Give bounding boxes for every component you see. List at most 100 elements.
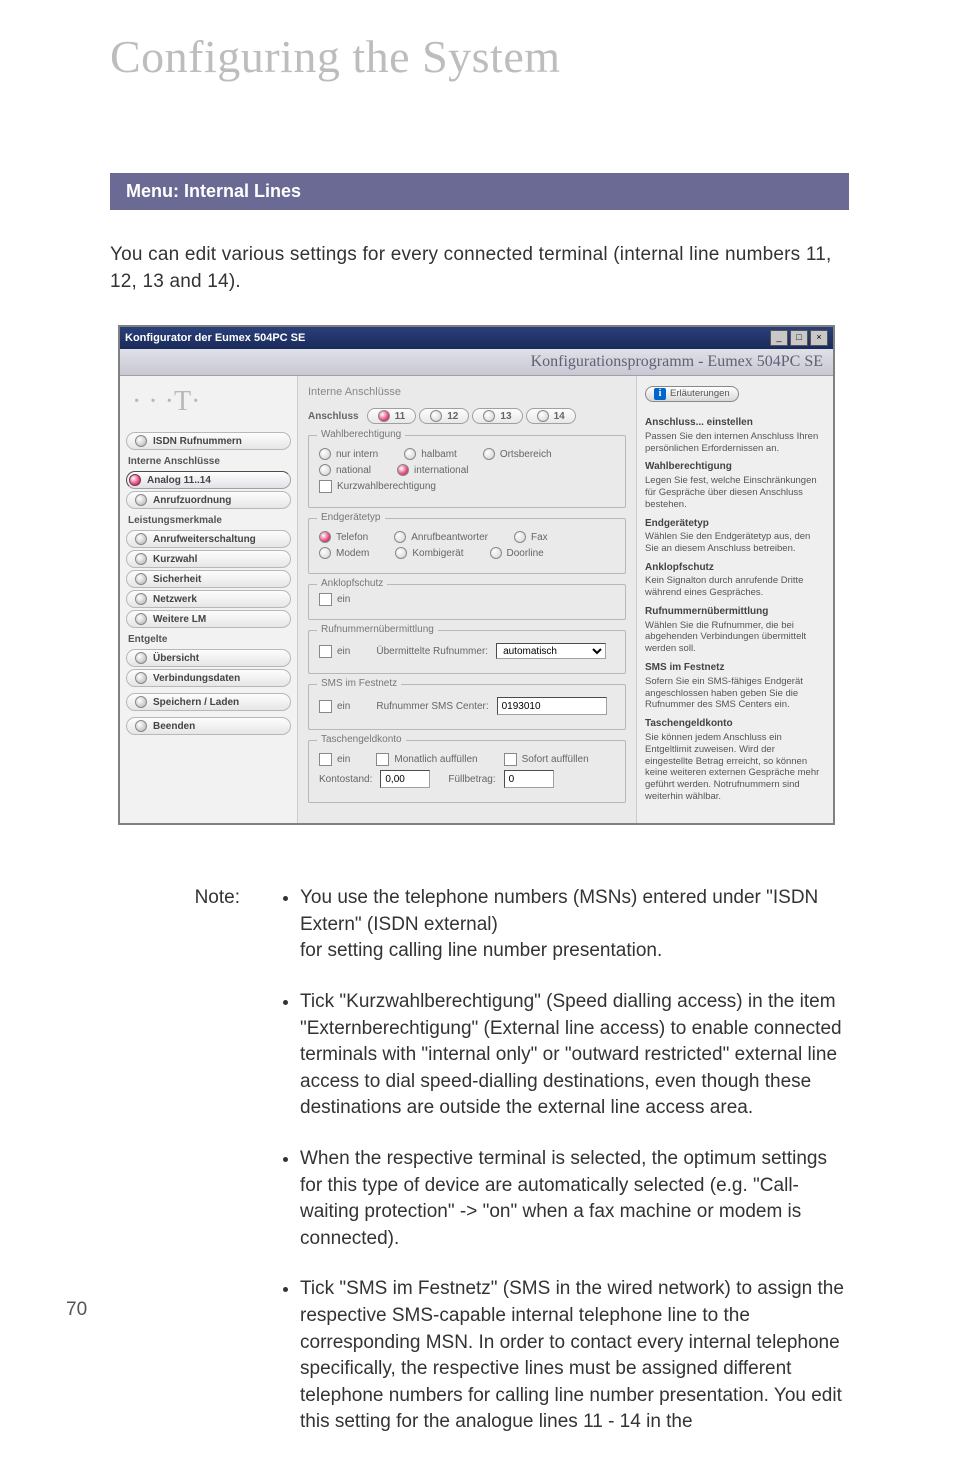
help-panel: i Erläuterungen Anschluss... einstellenP… [636, 376, 833, 823]
opt-kombigeraet[interactable]: Kombigerät [395, 547, 463, 559]
group-endgeraetetyp: Endgerätetyp Telefon Anrufbeantworter Fa… [308, 518, 626, 574]
group-anklopfschutz: Anklopfschutz ein [308, 584, 626, 620]
help-heading: Rufnummernübermittlung [645, 606, 825, 619]
help-text: Legen Sie fest, welche Einschränkungen f… [645, 475, 825, 511]
sidebar-item[interactable]: Netzwerk [126, 590, 291, 608]
opt-halbamt[interactable]: halbamt [404, 448, 457, 460]
help-heading: Taschengeldkonto [645, 718, 825, 731]
opt-doorline[interactable]: Doorline [490, 547, 544, 559]
sidebar-item[interactable]: Verbindungsdaten [126, 669, 291, 687]
opt-nur-intern[interactable]: nur intern [319, 448, 378, 460]
group-rufnummernuebermittlung: Rufnummernübermittlung ein Übermittelte … [308, 630, 626, 674]
group-title: SMS im Festnetz [317, 678, 401, 689]
sidebar-item[interactable]: Beenden [126, 717, 291, 735]
opt-ortsbereich[interactable]: Ortsbereich [483, 448, 552, 460]
sidebar-item[interactable]: Kurzwahl [126, 550, 291, 568]
bullet-icon [129, 474, 141, 486]
sidebar-item-label: Anrufzuordnung [153, 495, 231, 506]
group-sms-festnetz: SMS im Festnetz ein Rufnummer SMS Center… [308, 684, 626, 730]
chk-tgk-ein[interactable]: ein [319, 753, 350, 766]
sidebar-item[interactable]: Anrufweiterschaltung [126, 530, 291, 548]
help-heading: Anklopfschutz [645, 562, 825, 575]
anschluss-tab-12[interactable]: 12 [419, 408, 469, 424]
radio-icon [537, 410, 549, 422]
opt-telefon[interactable]: Telefon [319, 531, 368, 543]
note-label: Note: [110, 885, 240, 1460]
bullet-icon [135, 533, 147, 545]
ruf-select[interactable]: automatisch [496, 643, 606, 659]
close-icon[interactable]: × [810, 330, 828, 346]
group-title: Wahlberechtigung [317, 429, 405, 440]
sidebar: · · ·T· ISDN RufnummernInterne Anschlüss… [120, 376, 298, 823]
bullet-icon [135, 494, 147, 506]
kontostand-input[interactable] [380, 770, 430, 788]
window-title: Konfigurator der Eumex 504PC SE [125, 332, 770, 344]
note-item: Tick "Kurzwahlberechtigung" (Speed diall… [300, 989, 849, 1122]
sidebar-item-label: Sicherheit [153, 574, 201, 585]
group-title: Anklopfschutz [317, 578, 387, 589]
chapter-title: Configuring the System [110, 30, 849, 83]
opt-fax[interactable]: Fax [514, 531, 548, 543]
sidebar-item[interactable]: Analog 11..14 [126, 471, 291, 489]
maximize-icon[interactable]: □ [790, 330, 808, 346]
anschluss-tab-13[interactable]: 13 [472, 408, 522, 424]
sidebar-item[interactable]: ISDN Rufnummern [126, 432, 291, 450]
sidebar-item[interactable]: Speichern / Laden [126, 693, 291, 711]
note-item: You use the telephone numbers (MSNs) ent… [300, 885, 849, 965]
sidebar-item-label: Beenden [153, 721, 195, 732]
sidebar-item[interactable]: Sicherheit [126, 570, 291, 588]
radio-icon [378, 410, 390, 422]
opt-national[interactable]: national [319, 464, 371, 476]
config-panel: Interne Anschlüsse Anschluss 11 12 13 14… [298, 376, 636, 823]
opt-modem[interactable]: Modem [319, 547, 369, 559]
opt-kurzwahl[interactable]: Kurzwahlberechtigung [319, 480, 436, 493]
sidebar-item[interactable]: Anrufzuordnung [126, 491, 291, 509]
chk-monatlich[interactable]: Monatlich auffüllen [376, 753, 477, 766]
bullet-icon [135, 720, 147, 732]
anschluss-tab-11[interactable]: 11 [367, 408, 417, 424]
help-text: Sie können jedem Anschluss ein Entgeltli… [645, 732, 825, 803]
opt-anrufbeantworter[interactable]: Anrufbeantworter [394, 531, 488, 543]
group-title: Rufnummernübermittlung [317, 624, 438, 635]
panel-title: Interne Anschlüsse [308, 386, 626, 398]
banner-title: Konfigurationsprogramm - Eumex 504PC SE [120, 349, 833, 376]
chk-ruf-ein[interactable]: ein [319, 645, 350, 658]
sidebar-item[interactable]: Übersicht [126, 649, 291, 667]
sms-center-input[interactable] [497, 697, 607, 715]
sidebar-item-label: Analog 11..14 [147, 475, 211, 486]
erlaeuterungen-button[interactable]: i Erläuterungen [645, 386, 739, 402]
group-title: Taschengeldkonto [317, 734, 406, 745]
chk-anklopf-ein[interactable]: ein [319, 593, 350, 606]
anschluss-tab-14[interactable]: 14 [526, 408, 576, 424]
ruf-label: Übermittelte Rufnummer: [376, 646, 488, 657]
nav-heading: Entgelte [128, 634, 289, 645]
bullet-icon [135, 652, 147, 664]
chk-sms-ein[interactable]: ein [319, 700, 350, 713]
group-taschengeldkonto: Taschengeldkonto ein Monatlich auffüllen… [308, 740, 626, 803]
sidebar-item-label: Netzwerk [153, 594, 197, 605]
bullet-icon [135, 593, 147, 605]
sidebar-item[interactable]: Weitere LM [126, 610, 291, 628]
fuellbetrag-input[interactable] [504, 770, 554, 788]
group-wahlberechtigung: Wahlberechtigung nur intern halbamt Orts… [308, 435, 626, 508]
help-text: Sofern Sie ein SMS-fähiges Endgerät ange… [645, 676, 825, 712]
help-text: Wählen Sie den Endgerätetyp aus, den Sie… [645, 531, 825, 555]
opt-international[interactable]: international [397, 464, 468, 476]
sidebar-item-label: Kurzwahl [153, 554, 197, 565]
nav-heading: Leistungsmerkmale [128, 515, 289, 526]
info-icon: i [654, 388, 666, 400]
help-heading: Anschluss... einstellen [645, 417, 825, 430]
nav-heading: Interne Anschlüsse [128, 456, 289, 467]
screenshot-window: Konfigurator der Eumex 504PC SE _ □ × Ko… [118, 325, 835, 825]
minimize-icon[interactable]: _ [770, 330, 788, 346]
kontostand-label: Kontostand: [319, 774, 372, 785]
chk-sofort[interactable]: Sofort auffüllen [504, 753, 589, 766]
bullet-icon [135, 573, 147, 585]
radio-icon [430, 410, 442, 422]
sidebar-item-label: Übersicht [153, 653, 199, 664]
page-number: 70 [66, 1299, 87, 1321]
window-titlebar: Konfigurator der Eumex 504PC SE _ □ × [120, 327, 833, 349]
bullet-icon [135, 553, 147, 565]
group-title: Endgerätetyp [317, 512, 385, 523]
menu-bar: Menu: Internal Lines [110, 173, 849, 210]
